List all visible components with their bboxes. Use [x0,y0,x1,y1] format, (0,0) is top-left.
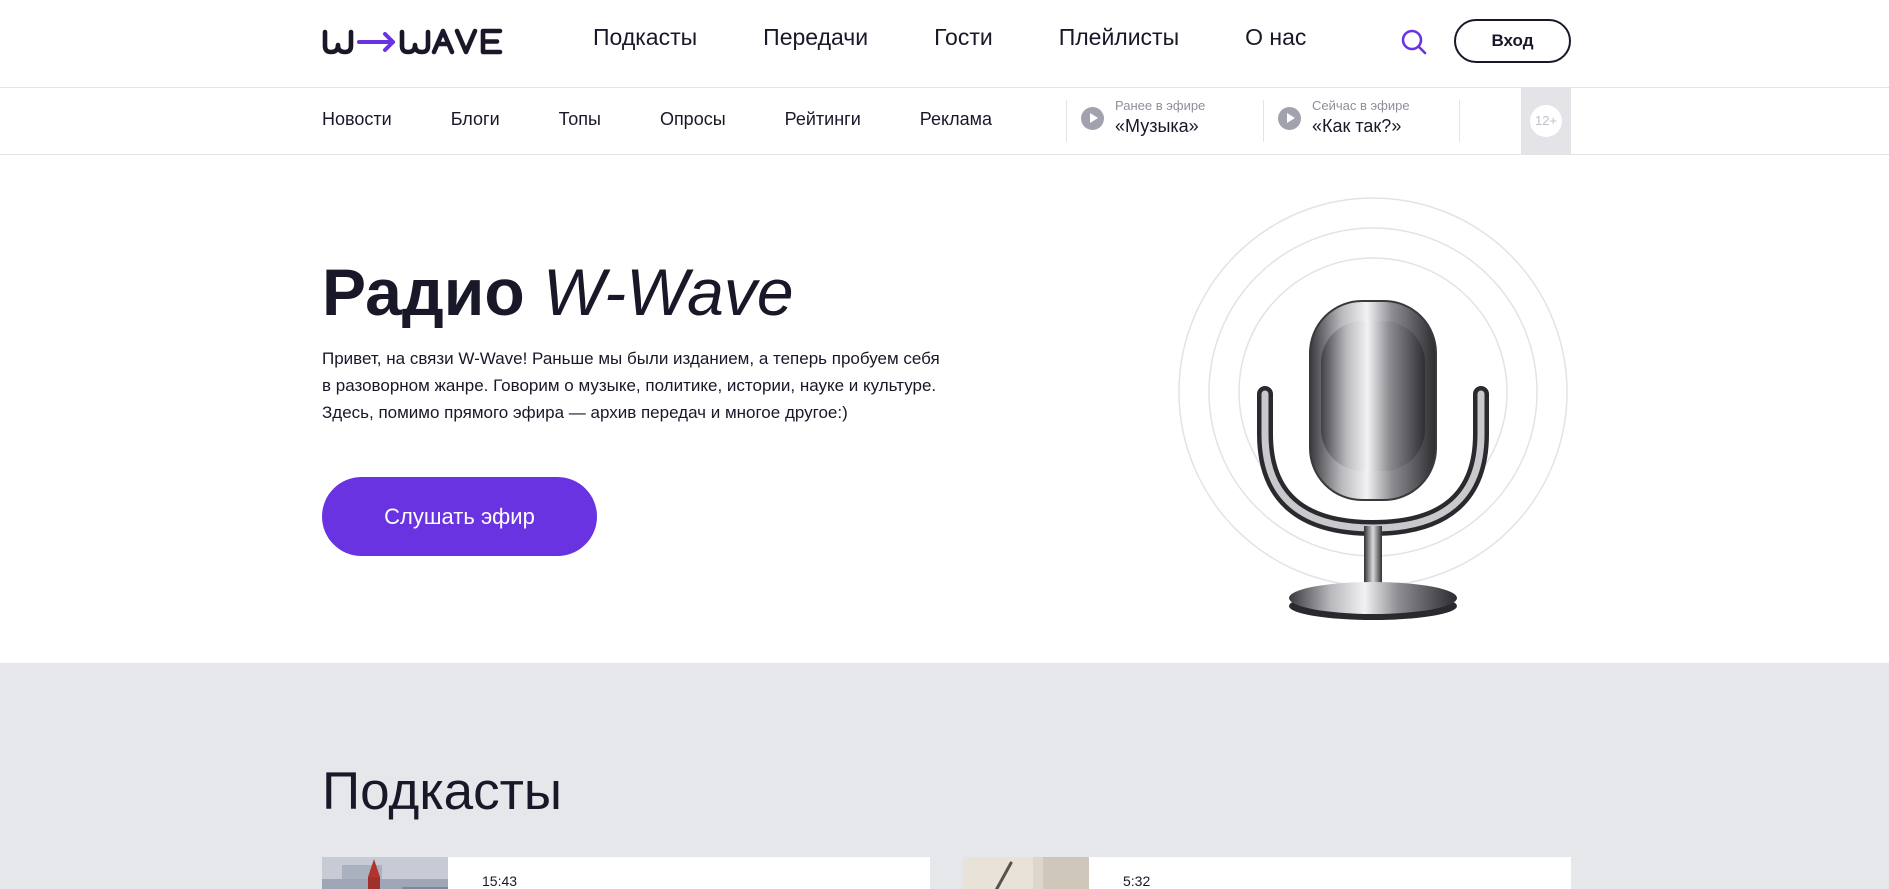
onair-now[interactable]: Сейчас в эфире «Как так?» [1278,98,1410,138]
onair-now-label: Сейчас в эфире [1312,98,1410,113]
main-nav: Подкасты Передачи Гости Плейлисты О нас [593,24,1372,51]
podcast-duration: 5:32 [1123,873,1151,889]
secondary-bar: Новости Блоги Топы Опросы Рейтинги Рекла… [0,88,1889,155]
subnav-ads[interactable]: Реклама [920,109,992,130]
nav-about[interactable]: О нас [1245,24,1306,51]
hero-description: Привет, на связи W-Wave! Раньше мы были … [322,349,940,422]
secondary-nav: Новости Блоги Топы Опросы Рейтинги Рекла… [322,109,1051,130]
podcasts-section: Подкасты 15:43 5:32 [0,663,1889,889]
nav-shows[interactable]: Передачи [763,24,868,51]
hero-title: Радио W-Wave [322,255,794,329]
age-rating-box: 12+ [1521,88,1571,154]
nav-guests[interactable]: Гости [934,24,993,51]
onair-now-title: «Как так?» [1312,116,1402,136]
podcast-duration: 15:43 [482,873,518,889]
login-button[interactable]: Вход [1454,19,1571,63]
onair-previous[interactable]: Ранее в эфире «Музыка» [1081,98,1205,138]
microphone-illustration [1178,197,1568,620]
header: Подкасты Передачи Гости Плейлисты О нас … [0,0,1889,88]
nav-playlists[interactable]: Плейлисты [1059,24,1179,51]
podcast-thumbnail [322,857,448,889]
onair-previous-label: Ранее в эфире [1115,98,1206,113]
subnav-tops[interactable]: Топы [559,109,601,130]
podcast-thumbnail [963,857,1089,889]
search-icon [1401,29,1427,55]
play-icon [1081,106,1104,130]
divider [1066,100,1067,142]
divider [1459,100,1460,142]
age-rating-badge: 12+ [1530,105,1562,137]
search-button[interactable] [1400,28,1428,56]
subnav-polls[interactable]: Опросы [660,109,726,130]
podcast-card[interactable]: 15:43 [322,857,930,889]
subnav-blogs[interactable]: Блоги [451,109,500,130]
divider [1263,100,1264,142]
podcast-card[interactable]: 5:32 [963,857,1571,889]
subnav-news[interactable]: Новости [322,109,392,130]
logo[interactable] [322,26,504,56]
hero: Радио W-Wave Привет, на связи W-Wave! Ра… [0,156,1889,663]
nav-podcasts[interactable]: Подкасты [593,24,697,51]
section-title: Подкасты [322,762,563,821]
onair-previous-title: «Музыка» [1115,116,1199,136]
play-icon [1278,106,1301,130]
listen-live-button[interactable]: Слушать эфир [322,477,597,556]
subnav-ratings[interactable]: Рейтинги [785,109,861,130]
